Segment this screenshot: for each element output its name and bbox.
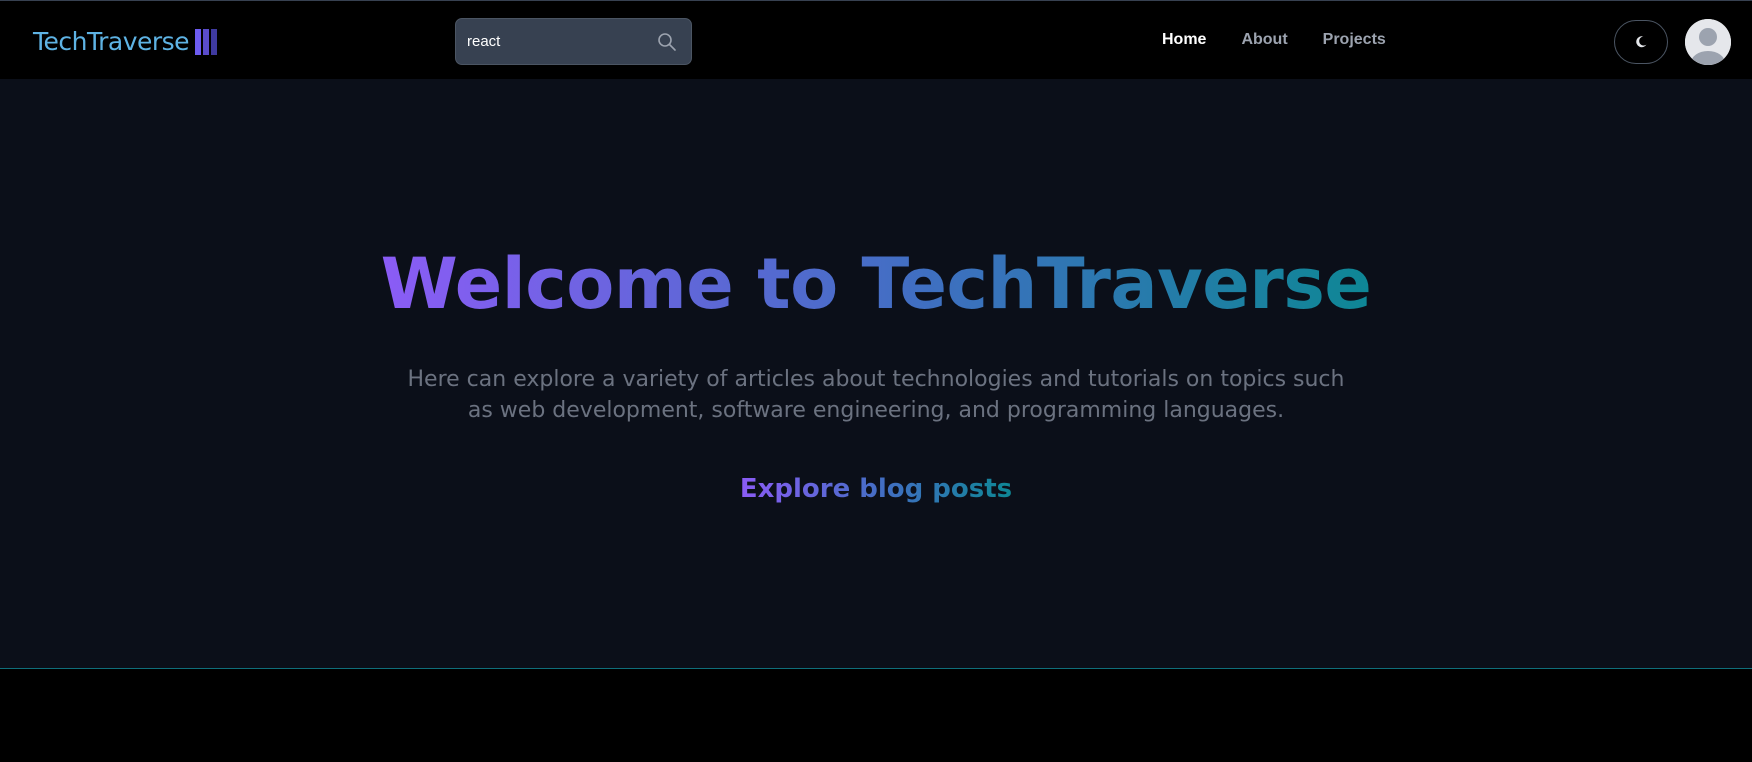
top-navbar: TechTraverse Home About Projects	[0, 0, 1752, 79]
explore-blog-posts-link[interactable]: Explore blog posts	[740, 474, 1012, 504]
theme-toggle-button[interactable]	[1614, 20, 1668, 64]
hero-section: Welcome to TechTraverse Here can explore…	[0, 79, 1752, 669]
moon-icon	[1636, 36, 1647, 48]
nav-link-home[interactable]: Home	[1162, 31, 1206, 49]
page-footer-area	[0, 669, 1752, 762]
logo-bars-icon	[195, 28, 218, 55]
user-avatar-icon	[1685, 19, 1731, 65]
hero-description: Here can explore a variety of articles a…	[407, 367, 1345, 423]
search-input[interactable]	[456, 19, 691, 64]
hero-title: Welcome to TechTraverse	[0, 243, 1752, 325]
nav-link-projects[interactable]: Projects	[1323, 31, 1386, 49]
search-box	[455, 18, 692, 65]
logo-text: TechTraverse	[33, 27, 190, 56]
user-avatar[interactable]	[1685, 19, 1731, 65]
search-icon[interactable]	[657, 32, 677, 52]
main-nav: Home About Projects	[1162, 31, 1386, 49]
nav-link-about[interactable]: About	[1241, 31, 1287, 49]
site-logo[interactable]: TechTraverse	[33, 27, 218, 56]
hero-title-text: Welcome to TechTraverse	[380, 243, 1372, 325]
hero-cta-wrapper: Explore blog posts	[0, 474, 1752, 504]
